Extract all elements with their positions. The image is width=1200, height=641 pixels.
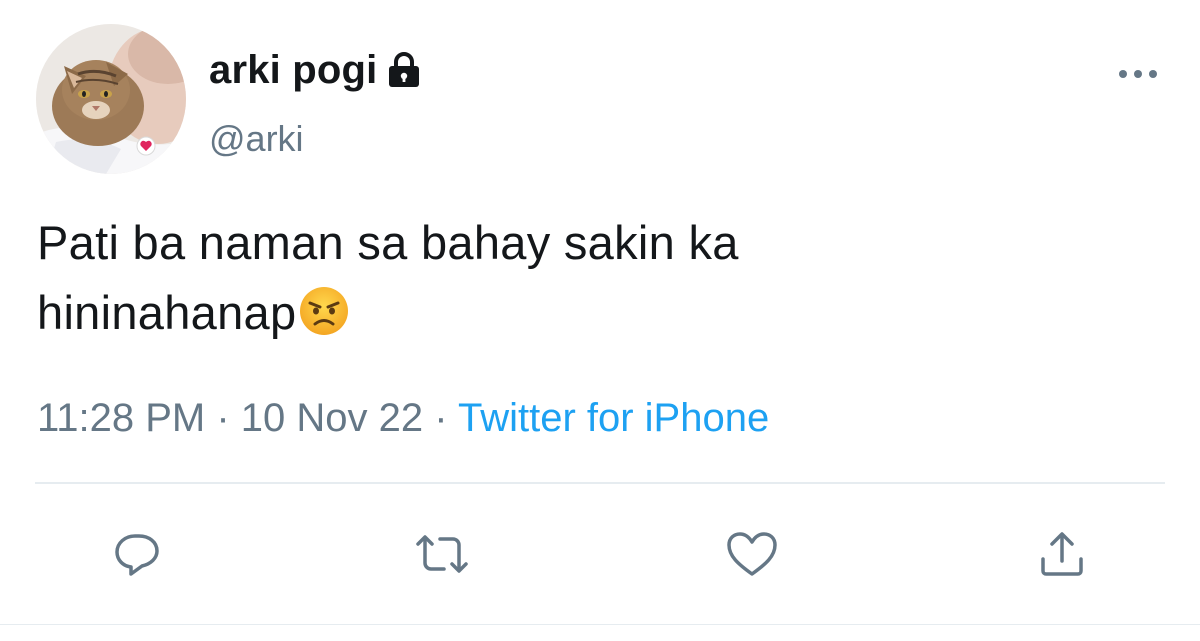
heart-icon	[727, 532, 777, 576]
display-name[interactable]: arki pogi	[209, 48, 378, 93]
tweet-text-line-2: hininahanap	[37, 278, 1167, 356]
tweet-text-line-1: Pati ba naman sa bahay sakin ka	[37, 216, 739, 269]
more-options-icon[interactable]	[1116, 60, 1160, 88]
display-name-row: arki pogi	[209, 42, 422, 98]
reply-icon	[115, 534, 159, 576]
user-handle[interactable]: @arki	[209, 118, 304, 160]
tweet-text-line-2-text: hininahanap	[37, 286, 297, 339]
angry-face-emoji	[298, 285, 350, 356]
lock-icon	[386, 51, 422, 89]
meta-separator: ·	[205, 396, 241, 440]
avatar[interactable]	[36, 24, 186, 174]
tweet-time[interactable]: 11:28 PM	[37, 396, 205, 440]
share-button[interactable]	[1032, 524, 1092, 584]
share-icon	[1041, 532, 1083, 576]
bottom-border	[0, 624, 1200, 625]
tweet-source-link[interactable]: Twitter for iPhone	[458, 396, 769, 440]
meta-separator: ·	[423, 396, 458, 440]
tweet-card: arki pogi @arki Pati ba naman sa bahay s…	[0, 0, 1200, 641]
tweet-text: Pati ba naman sa bahay sakin ka hininaha…	[37, 208, 1167, 356]
divider	[35, 482, 1165, 484]
tweet-date[interactable]: 10 Nov 22	[241, 396, 423, 440]
retweet-icon	[416, 535, 468, 573]
retweet-button[interactable]	[412, 524, 472, 584]
tweet-metadata: 11:28 PM · 10 Nov 22 · Twitter for iPhon…	[37, 396, 769, 441]
like-button[interactable]	[722, 524, 782, 584]
reply-button[interactable]	[107, 524, 167, 584]
